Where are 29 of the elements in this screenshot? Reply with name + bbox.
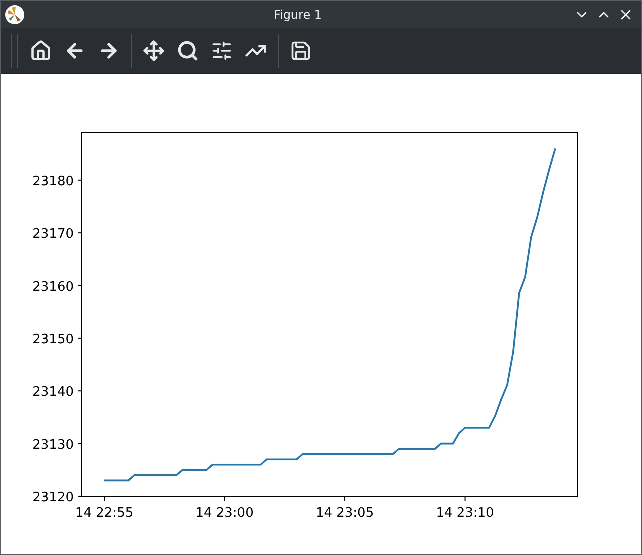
y-tick-label: 23170: [32, 227, 74, 242]
y-tick-label: 23120: [32, 490, 74, 506]
app-logo-icon: [5, 4, 25, 24]
tick-mark: [78, 285, 82, 286]
y-tick-label: 23150: [32, 332, 74, 348]
x-tick-label: 14 23:00: [196, 506, 254, 521]
x-tick-label: 14 23:05: [316, 506, 374, 521]
y-tick-label: 23160: [32, 280, 74, 295]
tick-mark: [78, 180, 82, 181]
y-tick-label: 23130: [32, 438, 74, 453]
tick-mark: [78, 496, 82, 497]
tick-mark: [78, 443, 82, 444]
tick-mark: [344, 496, 346, 502]
y-tick-label: 23140: [32, 385, 74, 400]
tick-mark: [78, 338, 82, 339]
save-icon: [290, 40, 312, 62]
tick-mark: [104, 496, 106, 502]
x-tick-label: 14 22:55: [75, 506, 134, 521]
home-icon: [30, 40, 52, 62]
sliders-icon: [211, 40, 233, 62]
search-icon: [177, 40, 199, 62]
tick-mark: [464, 496, 466, 502]
x-tick-label: 14 23:10: [436, 506, 494, 521]
move-icon: [143, 40, 165, 62]
tick-mark: [78, 390, 82, 392]
tick-mark: [78, 232, 82, 234]
tick-mark: [224, 496, 226, 502]
window-title: Figure 1: [272, 6, 324, 24]
y-tick-label: 23180: [32, 174, 74, 190]
